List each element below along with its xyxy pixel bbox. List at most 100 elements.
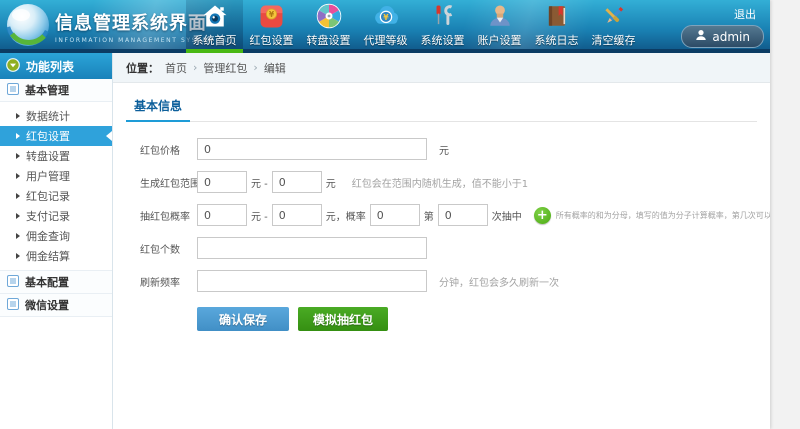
range-max-input[interactable] bbox=[272, 171, 322, 193]
nav-tab-clear-cache[interactable]: 清空缓存 bbox=[585, 0, 642, 53]
breadcrumb-separator: › bbox=[193, 61, 197, 74]
nav-label: 系统首页 bbox=[193, 32, 237, 48]
sidebar-item-data-stats[interactable]: 数据统计 bbox=[0, 106, 112, 126]
item-label: 佣金查询 bbox=[26, 228, 70, 244]
clear-cache-icon bbox=[600, 2, 627, 30]
form-panel: 基本信息 红包价格 元 生成红包范围 元 - 元 红包会在范围内随机生 bbox=[113, 83, 770, 331]
header: 信息管理系统界面 INFORMATION MANAGEMENT SYSTEM G… bbox=[0, 0, 770, 53]
refresh-input[interactable] bbox=[197, 270, 427, 292]
sidebar-section-basic-management[interactable]: 基本管理 bbox=[0, 79, 112, 102]
admin-user-button[interactable]: admin bbox=[681, 25, 764, 48]
count-input[interactable] bbox=[197, 237, 427, 259]
sidebar-item-user-management[interactable]: 用户管理 bbox=[0, 166, 112, 186]
brand: 信息管理系统界面 INFORMATION MANAGEMENT SYSTEM G… bbox=[0, 0, 186, 53]
range-min-input[interactable] bbox=[197, 171, 247, 193]
home-icon bbox=[201, 2, 229, 30]
item-label: 转盘设置 bbox=[26, 148, 70, 164]
item-label: 数据统计 bbox=[26, 108, 70, 124]
collapse-toggle-icon bbox=[6, 58, 20, 75]
nav-tab-system-log[interactable]: 系统日志 bbox=[528, 0, 585, 53]
arrow-right-icon bbox=[16, 193, 20, 199]
price-input[interactable] bbox=[197, 138, 427, 160]
app-window: 信息管理系统界面 INFORMATION MANAGEMENT SYSTEM G… bbox=[0, 0, 770, 429]
sidebar-item-wheel-settings[interactable]: 转盘设置 bbox=[0, 146, 112, 166]
refresh-hint: 分钟，红包会多久刷新一次 bbox=[439, 274, 559, 289]
prob-rate-input[interactable] bbox=[370, 204, 420, 226]
nav-tab-home[interactable]: 系统首页 bbox=[186, 0, 243, 53]
refresh-label: 刷新频率 bbox=[140, 274, 197, 289]
section-label: 微信设置 bbox=[25, 297, 69, 313]
person-icon bbox=[695, 29, 707, 44]
nav-label: 系统日志 bbox=[535, 32, 579, 48]
svg-text:¥: ¥ bbox=[383, 13, 389, 22]
form-row-range: 生成红包范围 元 - 元 红包会在范围内随机生成，值不能小于1 bbox=[140, 171, 757, 193]
probability-hint: 所有概率的和为分母，填写的值为分子计算概率，第几次可以不填 bbox=[556, 210, 770, 221]
sidebar-item-commission-settlement[interactable]: 佣金结算 bbox=[0, 246, 112, 266]
sidebar-item-redpacket-records[interactable]: 红包记录 bbox=[0, 186, 112, 206]
probability-label: 抽红包概率 bbox=[140, 208, 197, 223]
price-label: 红包价格 bbox=[140, 142, 197, 157]
sidebar-header[interactable]: 功能列表 bbox=[0, 53, 112, 79]
main-content: 位置： 首页 › 管理红包 › 编辑 基本信息 红包价格 元 bbox=[113, 53, 770, 429]
nav-tab-agent-level[interactable]: ¥ 代理等级 bbox=[357, 0, 414, 53]
arrow-right-icon bbox=[16, 153, 20, 159]
count-label: 红包个数 bbox=[140, 241, 197, 256]
arrow-right-icon bbox=[16, 233, 20, 239]
item-label: 红包设置 bbox=[26, 128, 70, 144]
arrow-right-icon bbox=[16, 173, 20, 179]
prob-suffix: 次抽中 bbox=[492, 208, 522, 223]
tools-icon bbox=[430, 2, 456, 30]
form-actions: 确认保存 模拟抽红包 bbox=[197, 307, 757, 331]
list-icon bbox=[7, 83, 19, 98]
breadcrumb-prefix: 位置： bbox=[126, 60, 159, 76]
nav-label: 清空缓存 bbox=[592, 32, 636, 48]
nav-label: 红包设置 bbox=[250, 32, 294, 48]
prob-times-input[interactable] bbox=[438, 204, 488, 226]
prob-separator-3: 第 bbox=[424, 208, 434, 223]
range-hint: 红包会在范围内随机生成，值不能小于1 bbox=[352, 175, 528, 190]
prob-min-input[interactable] bbox=[197, 204, 247, 226]
form-row-refresh: 刷新频率 分钟，红包会多久刷新一次 bbox=[140, 270, 757, 292]
nav-tab-account-settings[interactable]: 账户设置 bbox=[471, 0, 528, 53]
nav-tab-redpacket-settings[interactable]: ¥ 红包设置 bbox=[243, 0, 300, 53]
logout-link[interactable]: 退出 bbox=[734, 6, 756, 22]
breadcrumb-separator: › bbox=[253, 61, 257, 74]
red-envelope-icon: ¥ bbox=[258, 2, 285, 30]
item-label: 用户管理 bbox=[26, 168, 70, 184]
sidebar-section-basic-config[interactable]: 基本配置 bbox=[0, 271, 112, 294]
svg-text:¥: ¥ bbox=[269, 9, 275, 18]
nav-tab-wheel-settings[interactable]: 转盘设置 bbox=[300, 0, 357, 53]
tab-basic-info[interactable]: 基本信息 bbox=[126, 93, 190, 122]
form-row-count: 红包个数 bbox=[140, 237, 757, 259]
nav-label: 系统设置 bbox=[421, 32, 465, 48]
arrow-right-icon bbox=[16, 133, 20, 139]
section-label: 基本管理 bbox=[25, 82, 69, 98]
confirm-save-button[interactable]: 确认保存 bbox=[197, 307, 289, 331]
arrow-right-icon bbox=[16, 253, 20, 259]
sidebar-section-wechat-settings[interactable]: 微信设置 bbox=[0, 294, 112, 317]
sidebar-item-payment-records[interactable]: 支付记录 bbox=[0, 206, 112, 226]
logo-sphere-icon bbox=[5, 2, 51, 52]
log-book-icon bbox=[544, 2, 570, 30]
header-right: 退出 admin bbox=[681, 0, 764, 48]
username: admin bbox=[712, 30, 750, 44]
breadcrumb-current: 编辑 bbox=[264, 60, 286, 76]
sidebar-item-commission-query[interactable]: 佣金查询 bbox=[0, 226, 112, 246]
form-row-price: 红包价格 元 bbox=[140, 138, 757, 160]
breadcrumb-manage-redpacket[interactable]: 管理红包 bbox=[203, 60, 247, 76]
add-probability-button[interactable]: + bbox=[534, 207, 551, 224]
simulate-draw-button[interactable]: 模拟抽红包 bbox=[298, 307, 388, 331]
item-label: 支付记录 bbox=[26, 208, 70, 224]
item-label: 佣金结算 bbox=[26, 248, 70, 264]
list-icon bbox=[7, 298, 19, 313]
top-nav: 系统首页 ¥ 红包设置 bbox=[186, 0, 642, 53]
tab-bar: 基本信息 bbox=[126, 93, 757, 122]
breadcrumb: 位置： 首页 › 管理红包 › 编辑 bbox=[113, 53, 770, 83]
prob-separator-2: 元，概率 bbox=[326, 208, 366, 223]
nav-label: 账户设置 bbox=[478, 32, 522, 48]
nav-tab-system-settings[interactable]: 系统设置 bbox=[414, 0, 471, 53]
sidebar-item-redpacket-settings[interactable]: 红包设置 bbox=[0, 126, 112, 146]
breadcrumb-home[interactable]: 首页 bbox=[165, 60, 187, 76]
range-unit: 元 bbox=[326, 175, 336, 190]
prob-max-input[interactable] bbox=[272, 204, 322, 226]
